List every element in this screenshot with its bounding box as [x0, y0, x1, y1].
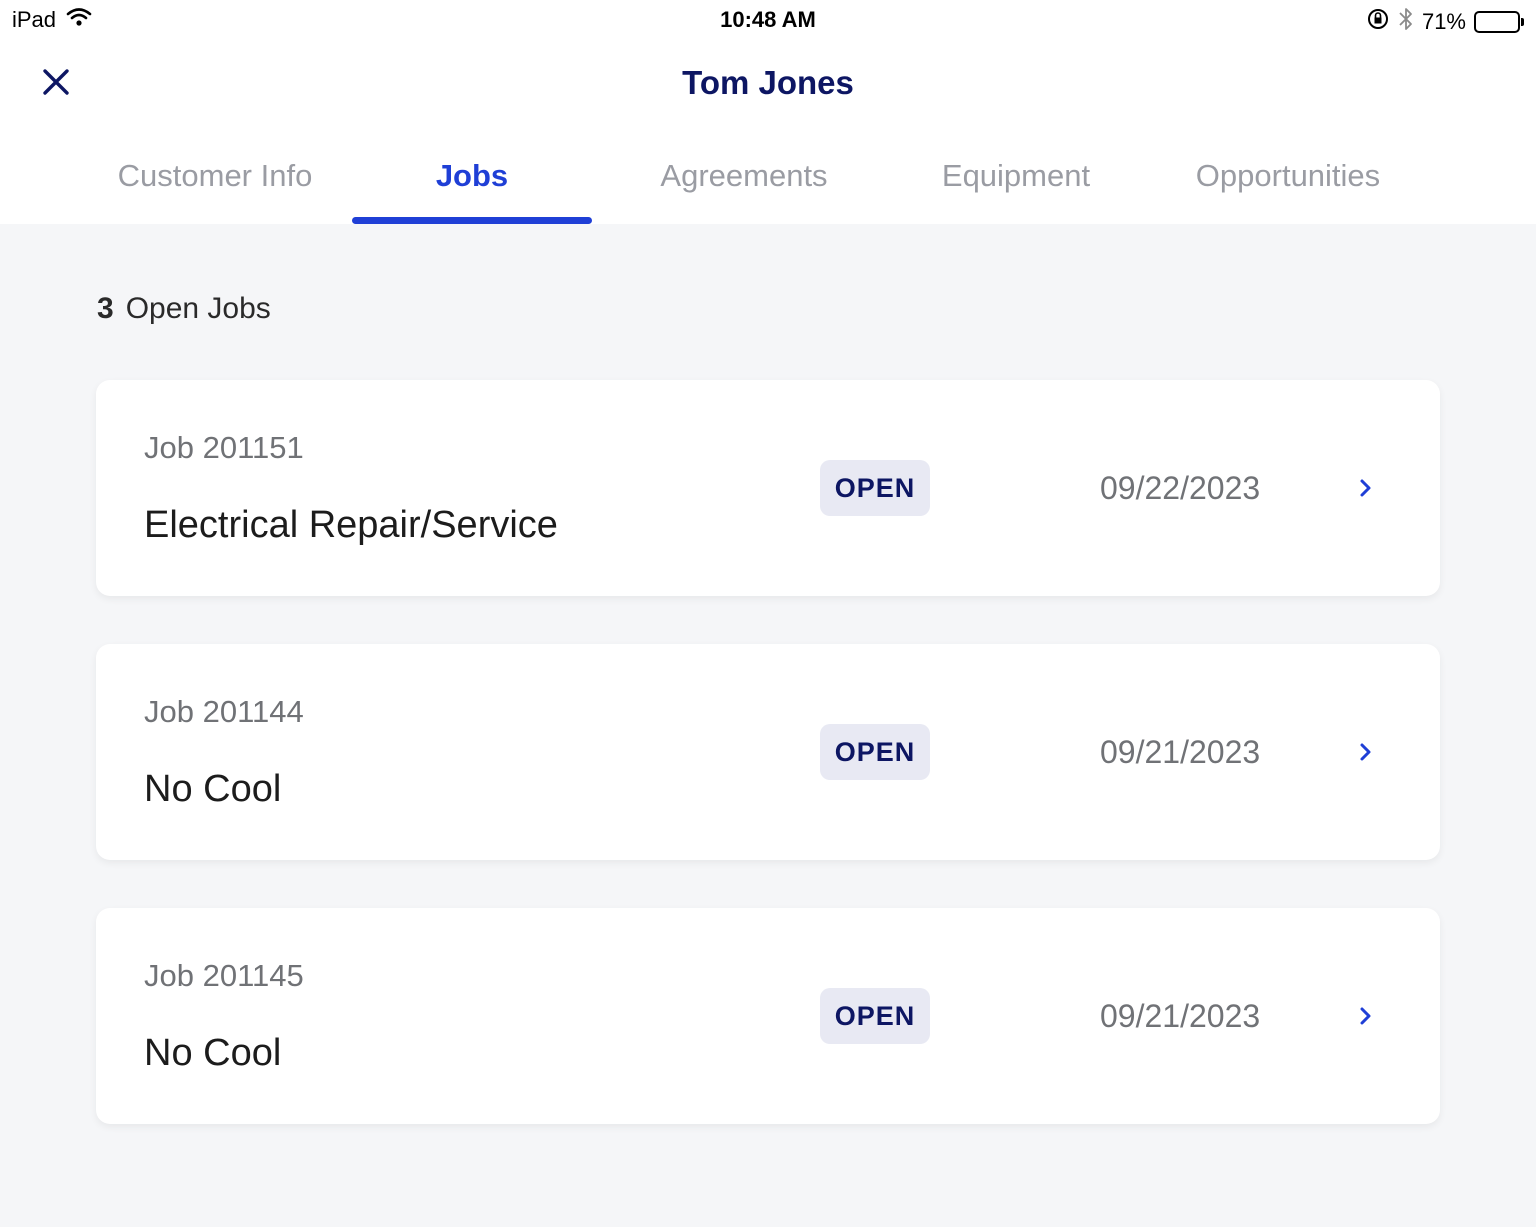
chevron-right-icon[interactable]: [1354, 472, 1378, 504]
status-badge: OPEN: [820, 724, 930, 780]
tab-label: Agreements: [660, 158, 828, 193]
job-card[interactable]: Job 201144 No Cool OPEN 09/21/2023: [96, 644, 1440, 860]
job-date: 09/21/2023: [1100, 734, 1261, 770]
job-number: Job 201144: [144, 694, 304, 729]
tab-jobs[interactable]: Jobs: [352, 148, 592, 224]
page-title: Tom Jones: [682, 64, 854, 101]
battery-icon: [1474, 10, 1526, 34]
orientation-lock-icon: [1366, 7, 1390, 37]
job-title: No Cool: [144, 1032, 282, 1074]
job-number: Job 201151: [144, 430, 304, 465]
job-number: Job 201145: [144, 958, 304, 993]
active-tab-indicator: [352, 217, 592, 224]
battery-percent: 71%: [1421, 9, 1466, 34]
tab-label: Jobs: [435, 158, 509, 193]
job-title: Electrical Repair/Service: [144, 504, 558, 546]
job-date: 09/22/2023: [1100, 470, 1261, 506]
status-bar: iPad 10:48 AM 71%: [0, 0, 1536, 42]
chevron-right-icon[interactable]: [1354, 736, 1378, 768]
tab-customer-info[interactable]: Customer Info: [78, 148, 352, 224]
job-title: No Cool: [144, 768, 282, 810]
tab-label: Equipment: [941, 158, 1091, 193]
tab-label: Opportunities: [1195, 158, 1381, 193]
tab-agreements[interactable]: Agreements: [592, 148, 896, 224]
bluetooth-icon: [1398, 6, 1414, 38]
job-card[interactable]: Job 201151 Electrical Repair/Service OPE…: [96, 380, 1440, 596]
job-date: 09/21/2023: [1100, 998, 1261, 1034]
status-badge: OPEN: [820, 988, 930, 1044]
status-time: 10:48 AM: [720, 7, 816, 32]
job-card[interactable]: Job 201145 No Cool OPEN 09/21/2023: [96, 908, 1440, 1124]
count-label: Open Jobs: [125, 292, 271, 325]
tab-label: Customer Info: [117, 158, 313, 193]
chevron-right-icon[interactable]: [1354, 1000, 1378, 1032]
tab-opportunities[interactable]: Opportunities: [1136, 148, 1440, 224]
count-number: 3: [97, 292, 114, 325]
tab-bar: Customer Info Jobs Agreements Equipment …: [78, 148, 1440, 224]
top-panel: iPad 10:48 AM 71% Tom Jones Customer Inf…: [0, 0, 1536, 224]
status-badge: OPEN: [820, 460, 930, 516]
open-jobs-count: 3 Open Jobs: [97, 292, 271, 326]
tab-equipment[interactable]: Equipment: [896, 148, 1136, 224]
status-right: 71%: [1366, 6, 1526, 38]
